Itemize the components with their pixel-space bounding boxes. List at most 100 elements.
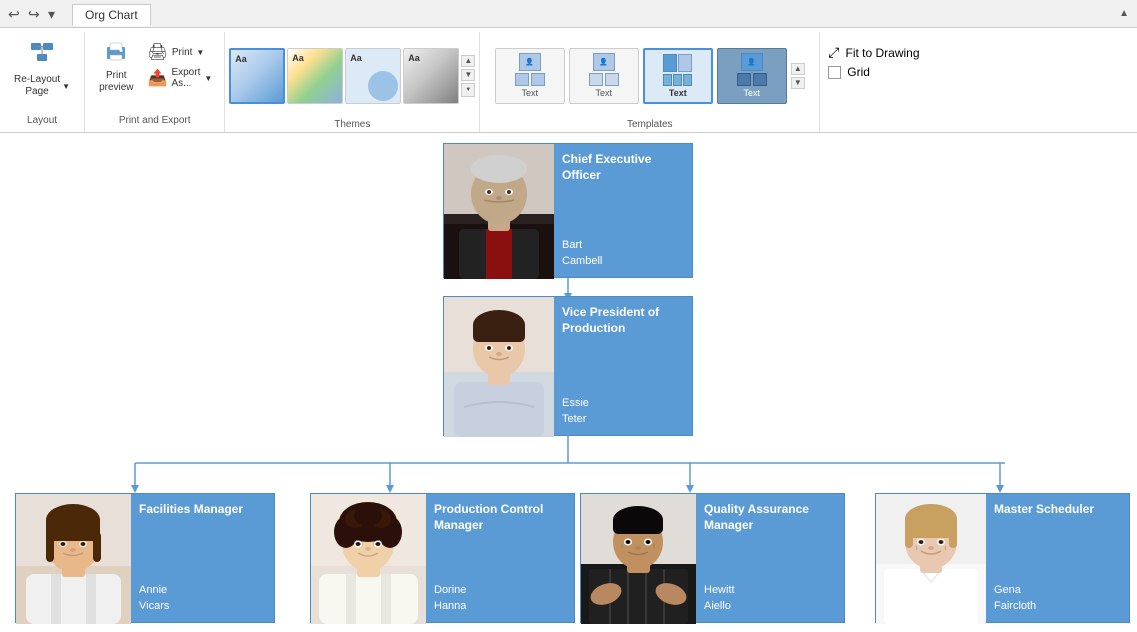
production-control-manager-node[interactable]: Production Control Manager DorineHanna (310, 493, 575, 623)
print-arrow: ▼ (196, 48, 204, 57)
template-2-box-r (605, 73, 619, 86)
facilities-manager-name: AnnieVicars (139, 583, 266, 614)
vp-name: EssieTeter (562, 396, 684, 427)
theme-shape-label: Aa (350, 53, 362, 63)
template-2-label: Text (596, 88, 613, 98)
print-preview-button[interactable]: Printpreview (93, 36, 139, 98)
templates-scroll-up[interactable]: ▲ (791, 63, 805, 75)
theme-blue[interactable]: Aa (229, 48, 285, 104)
vp-node[interactable]: Vice President of Production EssieTeter (443, 296, 693, 436)
template-3-label: Text (669, 88, 687, 98)
template-4-top-box: 👤 (741, 53, 763, 71)
production-control-info: Production Control Manager DorineHanna (426, 494, 574, 622)
themes-scroll-more[interactable]: ▼ (461, 83, 475, 97)
ribbon-group-themes: Aa Aa Aa Aa ▲ ▼ ▼ Themes (225, 32, 480, 132)
themes-scroll-up[interactable]: ▲ (461, 55, 475, 67)
theme-shape[interactable]: Aa (345, 48, 401, 104)
master-scheduler-node[interactable]: Master Scheduler GenaFaircloth (875, 493, 1130, 623)
fit-to-drawing-button[interactable]: ⤢ Fit to Drawing (828, 44, 919, 61)
re-layout-icon (28, 40, 56, 72)
ceo-name: BartCambell (562, 238, 684, 269)
themes-group-label: Themes (334, 115, 370, 132)
vp-title: Vice President of Production (562, 305, 684, 336)
org-chart-canvas: Chief Executive Officer BartCambell (0, 133, 1137, 632)
redo-button[interactable]: ↪ (28, 6, 44, 22)
theme-color-label: Aa (292, 53, 304, 63)
org-chart-tab[interactable]: Org Chart (72, 4, 151, 26)
undo-button[interactable]: ↩ (8, 6, 24, 22)
quality-assurance-name: HewittAiello (704, 583, 836, 614)
ribbon-minimize-button[interactable]: ▲ (1119, 8, 1129, 19)
quality-assurance-manager-node[interactable]: Quality Assurance Manager HewittAiello (580, 493, 845, 623)
production-control-photo (311, 494, 426, 624)
template-1-top-box: 👤 (519, 53, 541, 71)
template-1[interactable]: 👤 Text (495, 48, 565, 104)
ceo-photo (444, 144, 554, 279)
template-1-box-l (515, 73, 529, 86)
ceo-info: Chief Executive Officer BartCambell (554, 144, 692, 277)
templates-scroll-buttons: ▲ ▼ (791, 63, 805, 89)
template-3[interactable]: Text (643, 48, 713, 104)
print-export-content: Printpreview 🖨 Print ▼ 📤 ExportAs... ▼ (93, 36, 216, 111)
re-layout-page-button[interactable]: Re-LayoutPage ▼ (8, 36, 76, 102)
export-arrow: ▼ (204, 74, 212, 83)
quality-assurance-title: Quality Assurance Manager (704, 502, 836, 533)
export-button[interactable]: 📤 ExportAs... ▼ (144, 65, 217, 91)
ribbon-group-templates: 👤 Text 👤 (480, 32, 820, 132)
facilities-manager-photo (16, 494, 131, 624)
ribbon-group-print-export: Printpreview 🖨 Print ▼ 📤 ExportAs... ▼ P… (85, 32, 225, 132)
template-2-icons: 👤 (589, 53, 619, 86)
layout-group-content: Re-LayoutPage ▼ (8, 36, 76, 111)
template-4-bottom-row (737, 73, 767, 86)
theme-color[interactable]: Aa (287, 48, 343, 104)
grid-checkbox[interactable] (828, 66, 841, 79)
grid-label: Grid (847, 65, 870, 79)
theme-dark-label: Aa (408, 53, 420, 63)
template-3-text (678, 54, 692, 72)
master-scheduler-name: GenaFaircloth (994, 583, 1121, 614)
re-layout-label-row: Re-LayoutPage ▼ (14, 74, 70, 98)
template-1-icons: 👤 (515, 53, 545, 86)
templates-content: 👤 Text 👤 (495, 36, 805, 115)
print-preview-icon (104, 40, 128, 68)
facilities-manager-title: Facilities Manager (139, 502, 266, 518)
template-3-top-row (663, 54, 692, 72)
print-export-small-group: 🖨 Print ▼ 📤 ExportAs... ▼ (144, 40, 217, 91)
print-preview-label: Printpreview (99, 70, 133, 94)
template-2-bottom-row (589, 73, 619, 86)
facilities-manager-node[interactable]: Facilities Manager AnnieVicars (15, 493, 275, 623)
export-icon: 📤 (148, 68, 168, 88)
themes-scroll-down[interactable]: ▼ (461, 69, 475, 81)
vp-info: Vice President of Production EssieTeter (554, 297, 692, 435)
ceo-title: Chief Executive Officer (562, 152, 684, 183)
template-1-box-r (531, 73, 545, 86)
print-label: Print (172, 47, 193, 58)
template-4[interactable]: 👤 Text (717, 48, 787, 104)
facilities-manager-info: Facilities Manager AnnieVicars (131, 494, 274, 622)
print-export-group-label: Print and Export (119, 111, 191, 128)
print-button[interactable]: 🖨 Print ▼ (144, 40, 217, 64)
theme-blue-label: Aa (235, 54, 247, 64)
template-3-icons (663, 54, 692, 86)
quick-access-dropdown[interactable]: ▾ (48, 6, 64, 22)
template-2[interactable]: 👤 Text (569, 48, 639, 104)
templates-scroll-down[interactable]: ▼ (791, 77, 805, 89)
export-label: ExportAs... (171, 67, 200, 89)
production-control-title: Production Control Manager (434, 502, 566, 533)
grid-toggle[interactable]: Grid (828, 65, 870, 79)
templates-group-label: Templates (627, 115, 673, 132)
quality-assurance-photo (581, 494, 696, 624)
master-scheduler-info: Master Scheduler GenaFaircloth (986, 494, 1129, 622)
template-2-top-box: 👤 (593, 53, 615, 71)
production-control-name: DorineHanna (434, 583, 566, 614)
ribbon: Re-LayoutPage ▼ Layout Printpreview (0, 28, 1137, 133)
title-bar-icons: ↩ ↪ ▾ (8, 6, 64, 22)
template-1-bottom-row (515, 73, 545, 86)
template-3-box3 (683, 74, 692, 86)
template-4-icons: 👤 (737, 53, 767, 86)
ceo-node[interactable]: Chief Executive Officer BartCambell (443, 143, 693, 278)
themes-scroll-buttons: ▲ ▼ ▼ (461, 55, 475, 97)
theme-dark[interactable]: Aa (403, 48, 459, 104)
fit-to-drawing-icon: ⤢ (828, 44, 839, 61)
template-2-box-l (589, 73, 603, 86)
